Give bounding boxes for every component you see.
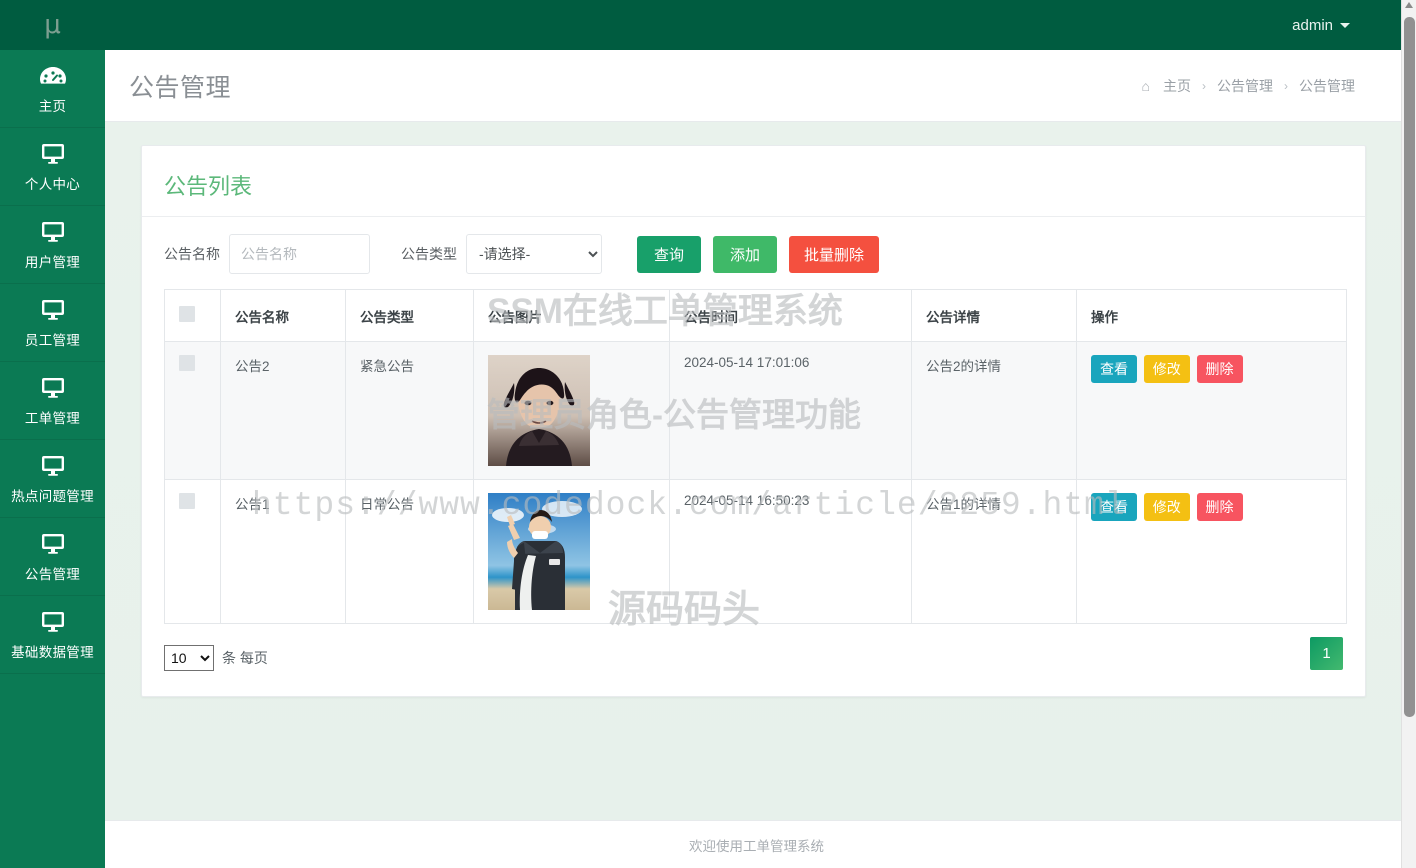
breadcrumb-item-home[interactable]: 主页	[1163, 76, 1191, 96]
row-time: 2024-05-14 16:50:23	[670, 480, 912, 624]
pagination-bar: 10 20 50 100 条 每页 1	[142, 624, 1365, 696]
type-filter-label: 公告类型	[401, 244, 457, 264]
row-name: 公告2	[221, 342, 346, 480]
chevron-down-icon	[1340, 23, 1350, 28]
table-header-row: 公告名称 公告类型 公告图片 公告时间 公告详情 操作	[165, 290, 1347, 342]
column-actions: 操作	[1077, 290, 1347, 342]
sidebar-item-label: 热点问题管理	[11, 490, 94, 504]
breadcrumb: ⌂ 主页 › 公告管理 › 公告管理	[1142, 76, 1355, 96]
add-button[interactable]: 添加	[713, 236, 777, 273]
sidebar-item-label: 主页	[39, 100, 67, 114]
announcement-thumbnail[interactable]	[488, 493, 590, 610]
sidebar-item-staff-management[interactable]: 员工管理	[0, 284, 105, 362]
table-row: 公告1 日常公告	[165, 480, 1347, 624]
brand-logo-icon: μ	[44, 12, 61, 38]
row-actions: 查看 修改 删除	[1077, 342, 1347, 480]
footer-text: 欢迎使用工单管理系统	[689, 835, 824, 855]
monitor-icon	[38, 532, 68, 561]
query-button[interactable]: 查询	[637, 236, 701, 273]
view-button[interactable]: 查看	[1091, 355, 1137, 383]
sidebar-item-hot-issue-management[interactable]: 热点问题管理	[0, 440, 105, 518]
delete-button[interactable]: 删除	[1197, 493, 1243, 521]
monitor-icon	[38, 376, 68, 405]
view-button[interactable]: 查看	[1091, 493, 1137, 521]
column-type: 公告类型	[346, 290, 474, 342]
monitor-icon	[38, 298, 68, 327]
sidebar-item-home[interactable]: 主页	[0, 50, 105, 128]
page-title: 公告管理	[129, 68, 231, 104]
row-detail: 公告2的详情	[912, 342, 1077, 480]
column-detail: 公告详情	[912, 290, 1077, 342]
app-root: μ 主页 个人中心 用户管理 员工管理	[0, 0, 1416, 868]
monitor-icon	[38, 142, 68, 171]
monitor-icon	[38, 610, 68, 639]
sidebar-item-label: 员工管理	[25, 334, 80, 348]
table-row: 公告2 紧急公告	[165, 342, 1347, 480]
sidebar-item-label: 个人中心	[25, 178, 80, 192]
monitor-icon	[38, 454, 68, 483]
column-select-all	[165, 290, 221, 342]
row-name: 公告1	[221, 480, 346, 624]
sidebar-item-label: 公告管理	[25, 568, 80, 582]
sidebar-item-label: 工单管理	[25, 412, 80, 426]
row-actions: 查看 修改 删除	[1077, 480, 1347, 624]
scroll-up-arrow-icon[interactable]	[1405, 2, 1413, 8]
user-menu-label: admin	[1292, 17, 1333, 34]
column-time: 公告时间	[670, 290, 912, 342]
user-menu[interactable]: admin	[1292, 17, 1350, 34]
sidebar-item-user-management[interactable]: 用户管理	[0, 206, 105, 284]
announcement-table: 公告名称 公告类型 公告图片 公告时间 公告详情 操作 公告2 紧急公	[164, 289, 1347, 624]
scrollbar-thumb[interactable]	[1404, 17, 1415, 717]
row-checkbox[interactable]	[179, 493, 195, 509]
breadcrumb-separator: ›	[1284, 79, 1288, 93]
sidebar-item-label: 用户管理	[25, 256, 80, 270]
dashboard-icon	[38, 64, 68, 93]
name-filter-label: 公告名称	[164, 244, 220, 264]
content-area: 公告列表 公告名称 公告类型 -请选择- 日常公告 紧急公告 查询 添加 批量删…	[105, 122, 1408, 820]
column-image: 公告图片	[474, 290, 670, 342]
breadcrumb-separator: ›	[1202, 79, 1206, 93]
filter-bar: 公告名称 公告类型 -请选择- 日常公告 紧急公告 查询 添加 批量删除	[142, 217, 1365, 289]
breadcrumb-item-current: 公告管理	[1299, 76, 1355, 96]
column-name: 公告名称	[221, 290, 346, 342]
table-body: 公告2 紧急公告	[165, 342, 1347, 624]
vertical-scrollbar[interactable]	[1401, 0, 1416, 868]
row-image-cell	[474, 342, 670, 480]
breadcrumb-item-announcement[interactable]: 公告管理	[1217, 76, 1273, 96]
row-time: 2024-05-14 17:01:06	[670, 342, 912, 480]
logo[interactable]: μ	[0, 0, 105, 50]
announcement-panel: 公告列表 公告名称 公告类型 -请选择- 日常公告 紧急公告 查询 添加 批量删…	[141, 145, 1366, 697]
row-image-cell	[474, 480, 670, 624]
sidebar-item-label: 基础数据管理	[11, 646, 94, 660]
home-icon: ⌂	[1142, 78, 1150, 94]
edit-button[interactable]: 修改	[1144, 355, 1190, 383]
page-size-suffix: 条 每页	[222, 648, 268, 668]
footer: 欢迎使用工单管理系统	[105, 820, 1408, 868]
delete-button[interactable]: 删除	[1197, 355, 1243, 383]
edit-button[interactable]: 修改	[1144, 493, 1190, 521]
sidebar-item-announcement-management[interactable]: 公告管理	[0, 518, 105, 596]
row-type: 日常公告	[346, 480, 474, 624]
monitor-icon	[38, 220, 68, 249]
type-select[interactable]: -请选择- 日常公告 紧急公告	[466, 234, 602, 274]
row-type: 紧急公告	[346, 342, 474, 480]
page-header: 公告管理 ⌂ 主页 › 公告管理 › 公告管理	[105, 50, 1408, 122]
row-detail: 公告1的详情	[912, 480, 1077, 624]
sidebar-item-basic-data-management[interactable]: 基础数据管理	[0, 596, 105, 674]
topbar: admin	[105, 0, 1408, 50]
announcement-thumbnail[interactable]	[488, 355, 590, 466]
panel-title: 公告列表	[142, 146, 1365, 217]
sidebar-item-ticket-management[interactable]: 工单管理	[0, 362, 105, 440]
page-button-1[interactable]: 1	[1310, 637, 1343, 670]
select-all-checkbox[interactable]	[179, 306, 195, 322]
batch-delete-button[interactable]: 批量删除	[789, 236, 879, 273]
page-size-select[interactable]: 10 20 50 100	[164, 645, 214, 671]
row-select-cell	[165, 342, 221, 480]
row-select-cell	[165, 480, 221, 624]
table-header: 公告名称 公告类型 公告图片 公告时间 公告详情 操作	[165, 290, 1347, 342]
sidebar-item-personal-center[interactable]: 个人中心	[0, 128, 105, 206]
row-checkbox[interactable]	[179, 355, 195, 371]
sidebar: μ 主页 个人中心 用户管理 员工管理	[0, 0, 105, 868]
search-input[interactable]	[229, 234, 370, 274]
